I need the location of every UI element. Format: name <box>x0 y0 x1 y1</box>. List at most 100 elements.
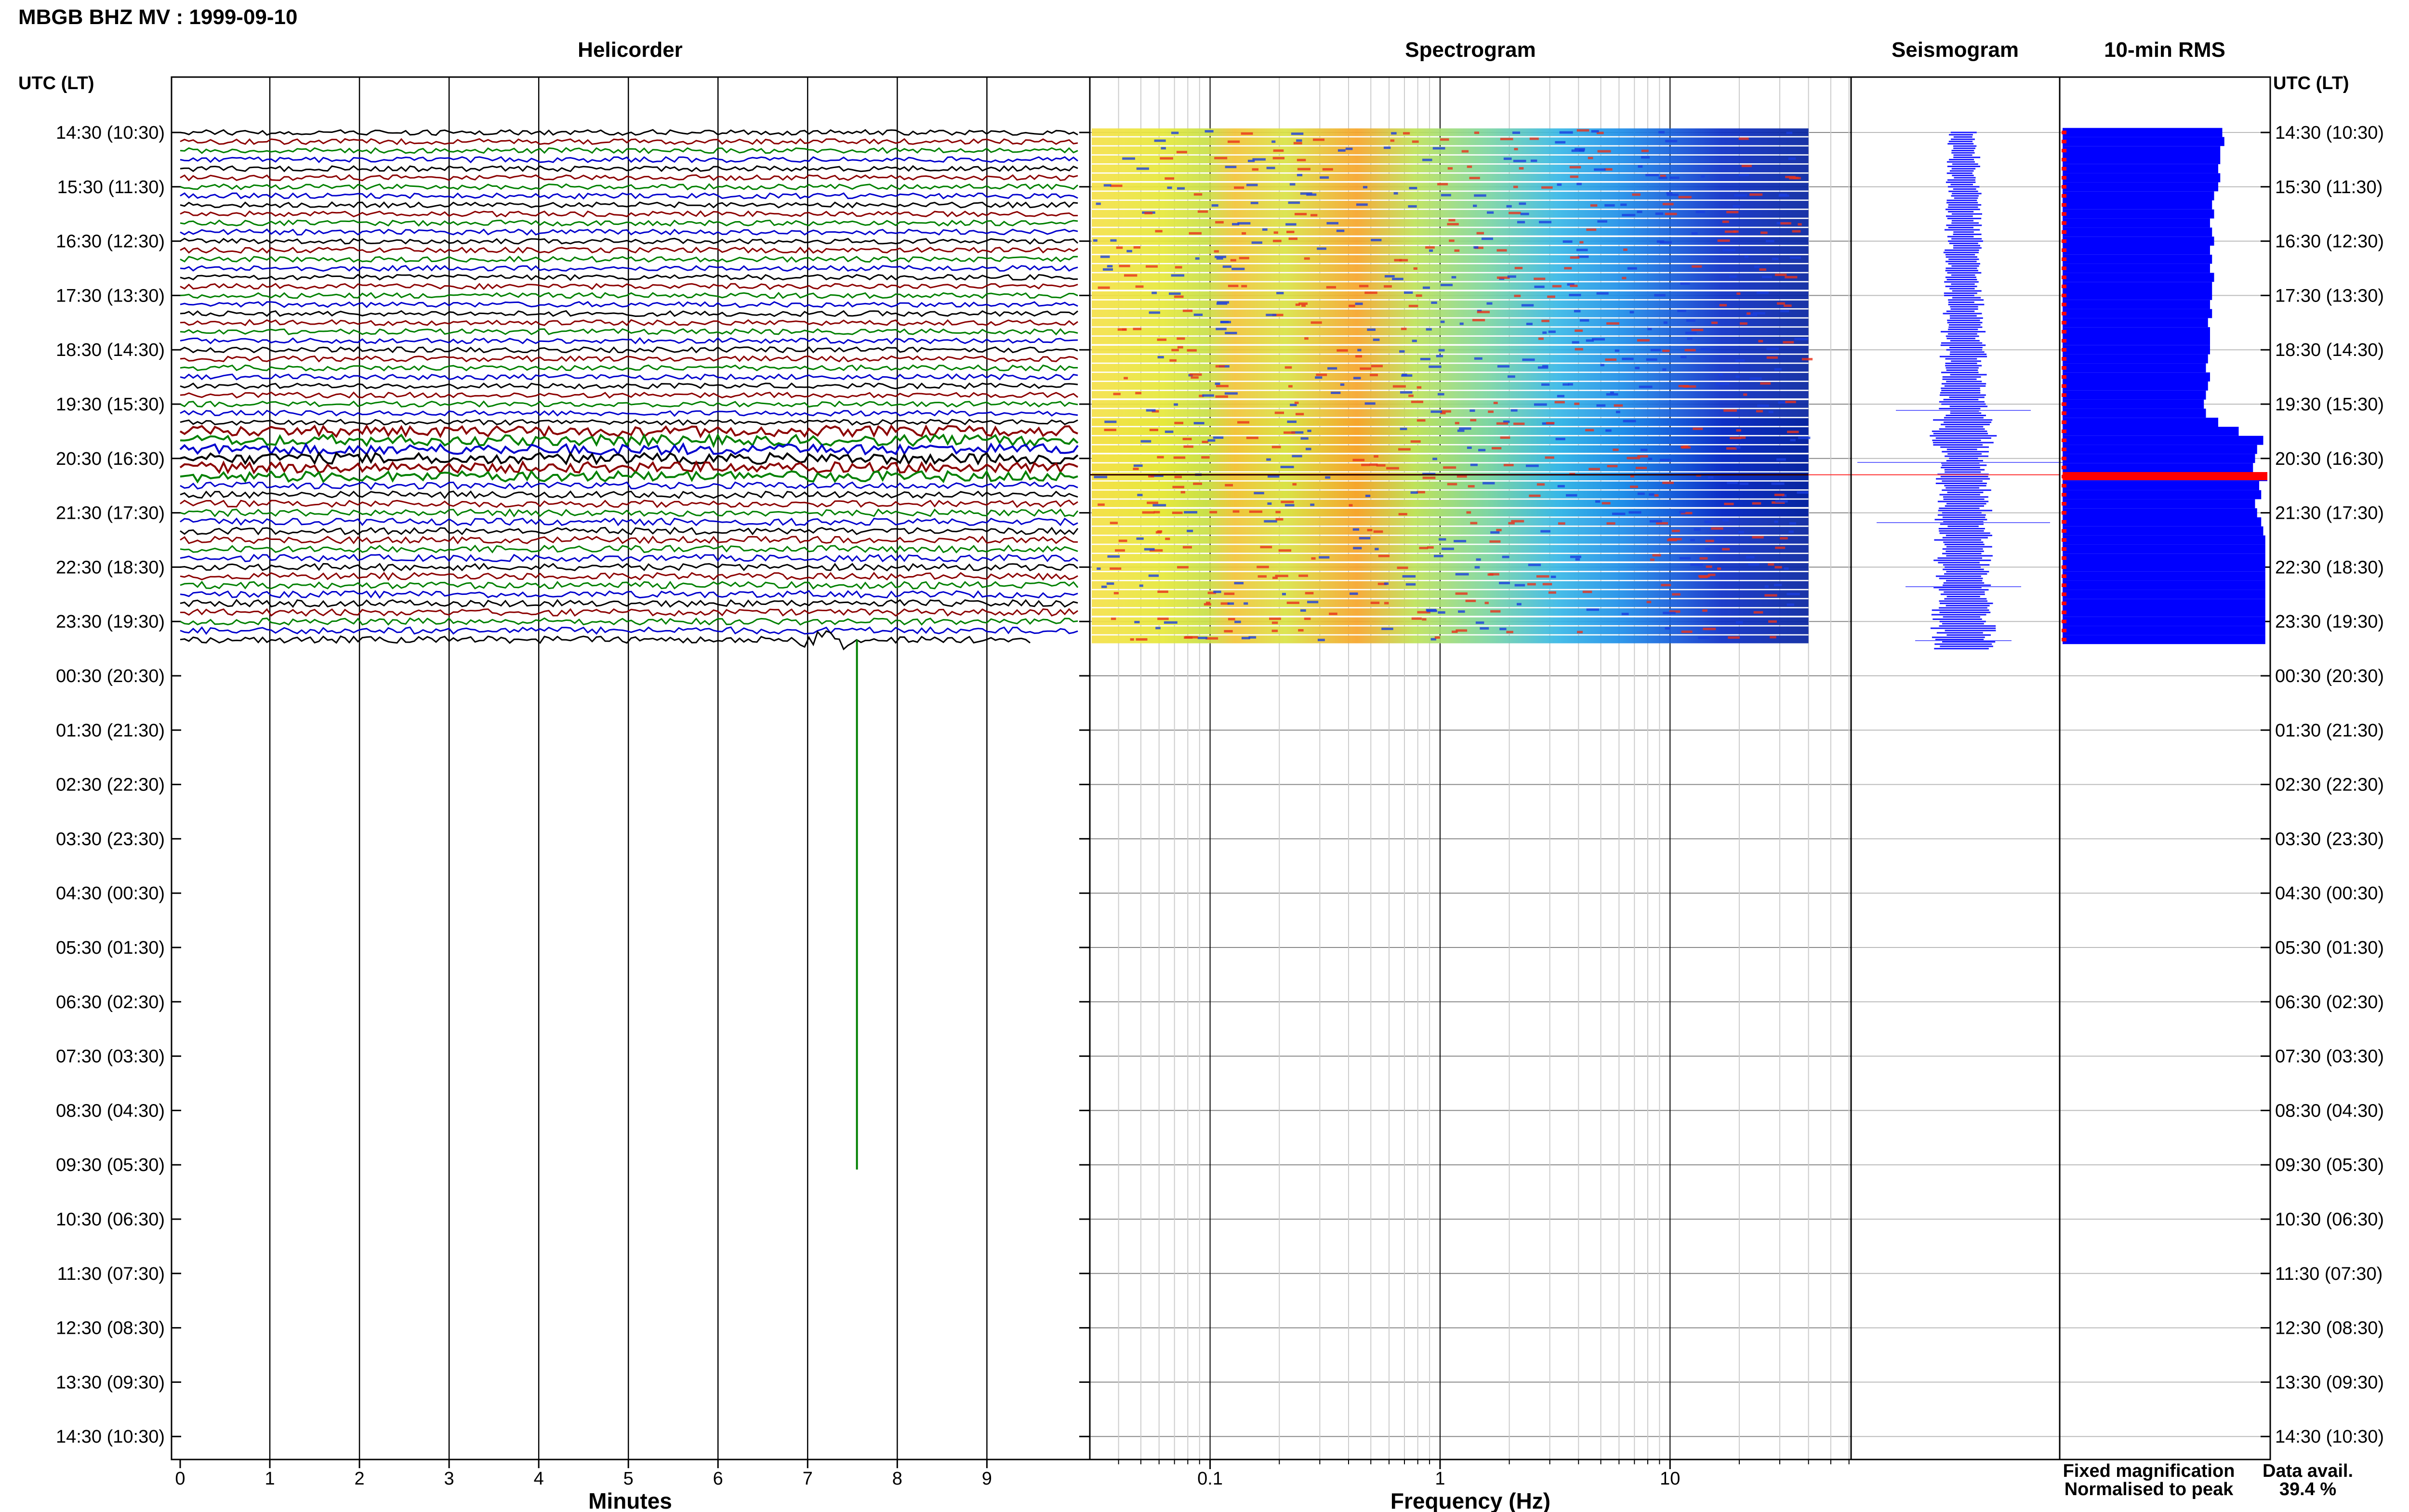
rms-bar <box>2063 445 2257 454</box>
spectrogram-speckle <box>1364 402 1376 405</box>
spectrogram-speckle <box>1699 557 1708 560</box>
spectrogram-speckle <box>1793 176 1799 179</box>
spectrogram-speckle <box>1315 376 1323 379</box>
spectrogram-speckle <box>1481 237 1493 240</box>
spectrogram-speckle <box>1585 429 1594 432</box>
spectrogram-speckle <box>1489 540 1501 543</box>
spectrogram-speckle <box>1594 168 1606 171</box>
time-label-right: 12:30 (08:30) <box>2275 1318 2384 1339</box>
spectrogram-speckle <box>1555 437 1565 440</box>
spectrogram-speckle <box>1519 202 1526 205</box>
spectrogram-speckle <box>1373 530 1383 533</box>
rms-bar <box>2063 526 2263 536</box>
rms-normalised-marker <box>2062 574 2066 578</box>
spectrogram-speckle <box>1604 204 1615 207</box>
spectrogram-speckle <box>1622 214 1636 217</box>
spectrogram-speckle <box>1744 255 1748 258</box>
spectrogram-speckle <box>1790 256 1801 259</box>
spectrogram-speckle <box>1736 429 1741 432</box>
spectrogram-speckle <box>1392 385 1406 388</box>
spectrogram-speckle <box>1508 522 1515 525</box>
rms-normalised-marker <box>2062 592 2066 596</box>
spectrogram-speckle <box>1582 591 1592 593</box>
spectrogram-speckle <box>1098 503 1105 506</box>
time-label-right: 10:30 (06:30) <box>2275 1210 2384 1230</box>
spectrogram-speckle <box>1646 601 1652 604</box>
spectrogram-row <box>1092 155 1809 164</box>
spectrogram-speckle <box>1410 440 1421 443</box>
spectrogram-speckle <box>1474 194 1486 197</box>
spectrogram-speckle <box>1135 285 1144 288</box>
spectrogram-speckle <box>1692 265 1702 268</box>
spectrogram-speckle <box>1191 376 1199 379</box>
rms-bar <box>2063 155 2221 164</box>
spectrogram-speckle <box>1480 627 1489 630</box>
spectrogram-speckle <box>1775 500 1788 503</box>
spectrogram-speckle <box>1690 539 1695 541</box>
helicorder-trace <box>180 346 1078 354</box>
spectrogram-speckle <box>1260 546 1272 549</box>
spectrogram-speckle <box>1698 636 1709 639</box>
spectrogram-speckle <box>1469 409 1475 412</box>
rms-bar <box>2063 608 2265 617</box>
spectrogram-speckle <box>1454 249 1460 252</box>
spectrogram-speckle <box>1570 175 1579 178</box>
spectrogram-row <box>1092 183 1809 191</box>
rms-normalised-marker <box>2062 583 2066 587</box>
spectrogram-speckle <box>1304 257 1310 260</box>
spectrogram-speckle <box>1646 358 1657 361</box>
spectrogram-speckle <box>1409 187 1417 190</box>
rms-bar <box>2063 590 2265 599</box>
spectrogram-speckle <box>1172 486 1184 488</box>
spectrogram-speckle <box>1202 441 1208 444</box>
rms-normalised-marker <box>2062 312 2066 316</box>
seismogram-panel <box>1851 131 2069 650</box>
spectrogram-speckle <box>1529 494 1541 497</box>
rms-bar <box>2063 563 2265 572</box>
spectrogram-speckle <box>1597 220 1607 223</box>
spectrogram-speckle <box>1288 385 1293 388</box>
time-label-left: 04:30 (00:30) <box>56 883 165 904</box>
spectrogram-speckle <box>1136 167 1149 170</box>
rms-bar <box>2063 128 2223 137</box>
spectrogram-speckle <box>1638 165 1643 168</box>
spectrogram-speckle <box>1606 522 1615 525</box>
spectrogram-speckle <box>1378 554 1390 557</box>
spectrogram-speckle <box>1241 132 1253 135</box>
spectrogram-speckle <box>1307 601 1319 604</box>
helicorder-trace <box>180 174 1078 182</box>
spectrogram-speckle <box>1681 355 1687 358</box>
spectrogram-speckle <box>1707 573 1716 576</box>
helicorder-trace <box>180 291 1078 299</box>
spectrogram-speckle <box>1384 582 1389 585</box>
spectrogram-speckle <box>1766 240 1774 243</box>
spectrogram-speckle <box>1738 531 1744 534</box>
spectrogram-speckle <box>1711 321 1718 324</box>
spectrogram-speckle <box>1536 483 1545 486</box>
spectrogram-row <box>1092 500 1809 508</box>
spectrogram-speckle <box>1241 637 1250 640</box>
spectrogram-speckle <box>1157 456 1164 459</box>
rms-normalised-marker <box>2062 140 2066 144</box>
helicorder-trace <box>180 599 1078 608</box>
spectrogram-speckle <box>1704 520 1713 523</box>
spectrogram-speckle <box>1798 436 1811 439</box>
helicorder-trace <box>180 156 1078 164</box>
spectrogram-speckle <box>1724 502 1734 505</box>
spectrogram-speckle <box>1722 519 1729 522</box>
spectrogram-speckle <box>1663 611 1676 614</box>
spectrogram-speckle <box>1548 330 1556 333</box>
time-label-right: 14:30 (10:30) <box>2275 1427 2384 1447</box>
spectrogram-speckle <box>1730 436 1741 439</box>
spectrogram-speckle <box>1717 567 1721 570</box>
spectrogram-speckle <box>1715 537 1723 540</box>
time-label-right: 18:30 (14:30) <box>2275 340 2384 360</box>
spectrogram-speckle <box>1748 563 1760 566</box>
spectrogram-speckle <box>1136 638 1148 641</box>
spectrogram-speckle <box>1133 467 1139 470</box>
spectrogram-speckle <box>1695 210 1705 213</box>
spectrogram-speckle <box>1743 393 1747 396</box>
spectrogram-speckle <box>1749 377 1762 380</box>
spectrogram-speckle <box>1542 365 1549 368</box>
rms-normalised-marker <box>2062 131 2066 134</box>
